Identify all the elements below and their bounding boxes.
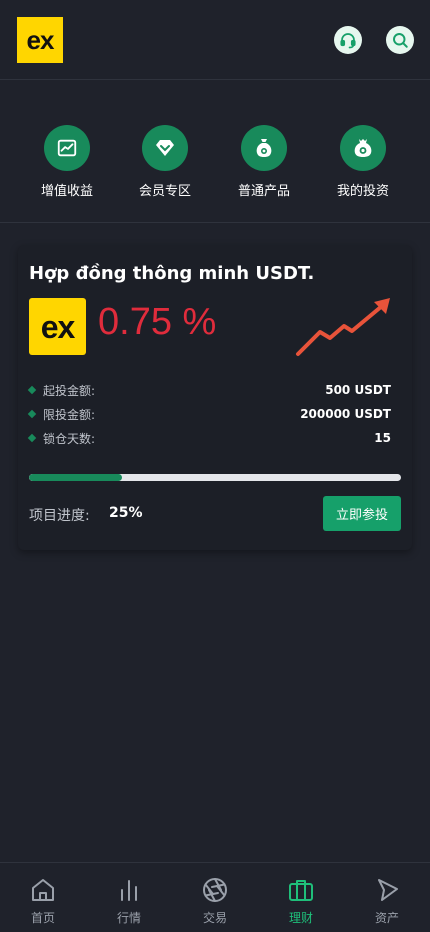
money-bag-icon bbox=[241, 125, 287, 171]
progress-label: 项目进度: bbox=[29, 508, 90, 524]
category-regular-products[interactable]: 普通产品 bbox=[219, 125, 309, 205]
category-value-added[interactable]: 增值收益 bbox=[22, 125, 112, 205]
bullet-icon bbox=[27, 409, 37, 419]
bottom-tab-bar: 首页 行情 交易 理财 资产 bbox=[0, 862, 430, 932]
invest-now-button[interactable]: 立即参投 bbox=[323, 496, 401, 531]
tab-wealth[interactable]: 理财 bbox=[258, 863, 344, 932]
tab-label: 交易 bbox=[202, 911, 227, 925]
headset-icon bbox=[340, 33, 356, 49]
product-logo-text: ex bbox=[40, 308, 76, 345]
product-title: Hợp đồng thông minh USDT. bbox=[29, 263, 315, 284]
detail-row-max-amount: 限投金额: 200000 USDT bbox=[27, 404, 391, 424]
brand-logo-text: ex bbox=[26, 25, 55, 55]
bar-chart-icon bbox=[121, 880, 137, 901]
play-icon bbox=[378, 879, 398, 901]
support-button[interactable] bbox=[334, 26, 362, 54]
detail-label: 起投金额: bbox=[43, 383, 96, 398]
progress-bar bbox=[29, 474, 401, 481]
aperture-icon bbox=[203, 878, 227, 902]
bullet-icon bbox=[27, 385, 37, 395]
trend-up-icon bbox=[296, 298, 390, 356]
chart-line-icon bbox=[44, 125, 90, 171]
tab-trade[interactable]: 交易 bbox=[172, 863, 258, 932]
category-my-investments[interactable]: 我的投资 bbox=[318, 125, 408, 205]
diamond-icon bbox=[142, 125, 188, 171]
detail-label: 限投金额: bbox=[43, 407, 96, 422]
category-label: 增值收益 bbox=[40, 184, 93, 199]
tab-label: 首页 bbox=[30, 911, 55, 925]
progress-bar-fill bbox=[29, 474, 122, 481]
category-label: 我的投资 bbox=[336, 184, 389, 199]
detail-value: 200000 USDT bbox=[300, 407, 391, 421]
tab-home[interactable]: 首页 bbox=[0, 863, 86, 932]
detail-value: 15 bbox=[374, 431, 391, 445]
category-label: 会员专区 bbox=[138, 184, 191, 199]
category-member-zone[interactable]: 会员专区 bbox=[120, 125, 210, 205]
tab-label: 理财 bbox=[288, 911, 313, 925]
detail-row-lock-days: 锁仓天数: 15 bbox=[27, 428, 391, 448]
detail-row-min-amount: 起投金额: 500 USDT bbox=[27, 380, 391, 400]
home-icon bbox=[32, 879, 54, 901]
brand-logo[interactable]: ex bbox=[17, 17, 63, 63]
tab-market[interactable]: 行情 bbox=[86, 863, 172, 932]
category-label: 普通产品 bbox=[237, 184, 290, 199]
search-icon bbox=[393, 33, 408, 48]
product-rate: 0.75 % bbox=[98, 301, 217, 343]
tab-assets[interactable]: 资产 bbox=[344, 863, 430, 932]
progress-value: 25% bbox=[109, 505, 143, 521]
bullet-icon bbox=[27, 433, 37, 443]
category-nav: 增值收益 会员专区 普通产品 我的投资 bbox=[0, 80, 430, 223]
detail-label: 锁仓天数: bbox=[43, 431, 96, 446]
briefcase-icon bbox=[289, 880, 313, 901]
app-root: ex 增值收益 会员专区 普通产品 我的投资 Hợp đồng thông mi… bbox=[0, 0, 430, 932]
tab-label: 行情 bbox=[116, 911, 141, 925]
money-bag-coin-icon bbox=[340, 125, 386, 171]
search-button[interactable] bbox=[386, 26, 414, 54]
tab-label: 资产 bbox=[374, 911, 399, 925]
product-logo: ex bbox=[29, 298, 86, 355]
header: ex bbox=[0, 0, 430, 80]
detail-value: 500 USDT bbox=[325, 383, 391, 397]
product-card[interactable]: Hợp đồng thông minh USDT. ex 0.75 % 起投金额… bbox=[18, 245, 412, 550]
